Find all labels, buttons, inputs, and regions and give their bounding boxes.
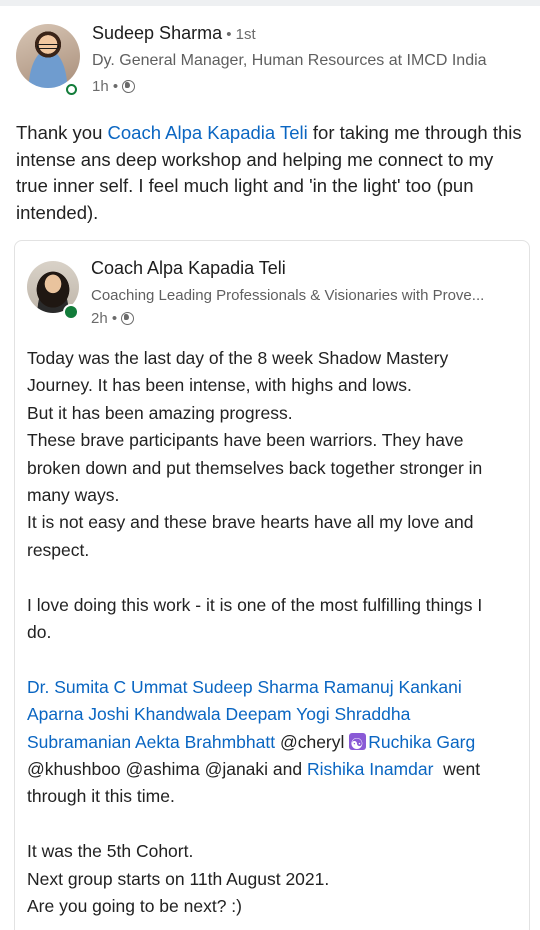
post-header: Sudeep Sharma • 1st Dy. General Manager,… xyxy=(16,22,526,102)
shared-author-headline: Coaching Leading Professionals & Visiona… xyxy=(91,287,485,304)
post-text: Thank you Coach Alpa Kapadia Teli for ta… xyxy=(16,120,524,226)
author-avatar[interactable] xyxy=(16,24,80,98)
tagged-people-line[interactable]: Aparna Joshi Khandwala Deepam Yogi Shrad… xyxy=(27,701,523,728)
body-line: Next group starts on 11th August 2021. xyxy=(27,868,330,889)
body-line: through it this time. xyxy=(27,786,175,807)
author-photo xyxy=(16,24,80,88)
body-line: Journey. It has been intense, with highs… xyxy=(27,375,412,396)
body-line: respect. xyxy=(27,539,90,560)
tagged-person-link[interactable]: Rishika Inamdar xyxy=(307,759,433,779)
tag-text: @cheryl xyxy=(275,731,350,752)
tagged-people-link[interactable]: Subramanian Aekta Brahmbhatt xyxy=(27,732,275,752)
body-line: These brave participants have been warri… xyxy=(27,430,464,451)
body-line: It was the 5th Cohort. xyxy=(27,841,194,862)
tagged-people-line[interactable]: Dr. Sumita C Ummat Sudeep Sharma Ramanuj… xyxy=(27,674,523,701)
tagged-people-line: @khushboo @ashima @janaki and Rishika In… xyxy=(27,756,523,783)
body-line: Are you going to be next? :) xyxy=(27,896,242,917)
author-name-line[interactable]: Sudeep Sharma • 1st xyxy=(92,23,256,44)
mention-link[interactable]: Coach Alpa Kapadia Teli xyxy=(108,122,308,143)
body-line: It is not easy and these brave hearts ha… xyxy=(27,512,474,533)
body-line: broken down and put themselves back toge… xyxy=(27,457,483,478)
yin-yang-icon xyxy=(349,731,367,758)
tag-text: @khushboo @ashima @janaki and xyxy=(27,759,307,780)
glasses-shape xyxy=(37,44,59,49)
post-time: 1h • xyxy=(92,78,119,95)
tagged-people-line: Subramanian Aekta Brahmbhatt @cheryl Ruc… xyxy=(27,729,523,758)
shared-post-card[interactable]: Coach Alpa Kapadia Teli Coaching Leading… xyxy=(14,240,530,930)
tag-text: went xyxy=(433,759,481,780)
shared-post-time: 2h • xyxy=(91,310,118,327)
shared-post-meta: 2h • xyxy=(91,310,135,327)
body-line: do. xyxy=(27,622,52,643)
shared-post-body: Today was the last day of the 8 week Sha… xyxy=(27,345,523,920)
author-headline: Dy. General Manager, Human Resources at … xyxy=(92,52,487,69)
post-meta: 1h • xyxy=(92,78,136,95)
shared-author-avatar[interactable] xyxy=(27,261,79,321)
author-name[interactable]: Sudeep Sharma xyxy=(92,23,222,43)
body-line: But it has been amazing progress. xyxy=(27,402,293,423)
globe-icon xyxy=(121,312,135,325)
shared-author-name[interactable]: Coach Alpa Kapadia Teli xyxy=(91,258,286,279)
connection-degree: • 1st xyxy=(222,26,256,43)
tagged-person-link[interactable]: Ruchika Garg xyxy=(368,732,475,752)
globe-icon xyxy=(122,80,136,93)
body-line: many ways. xyxy=(27,485,120,506)
post-text-start: Thank you xyxy=(16,122,108,143)
body-line: I love doing this work - it is one of th… xyxy=(27,594,483,615)
online-status-icon xyxy=(63,81,80,98)
top-divider xyxy=(0,0,540,6)
body-line: Today was the last day of the 8 week Sha… xyxy=(27,348,449,368)
online-status-icon xyxy=(63,304,79,320)
